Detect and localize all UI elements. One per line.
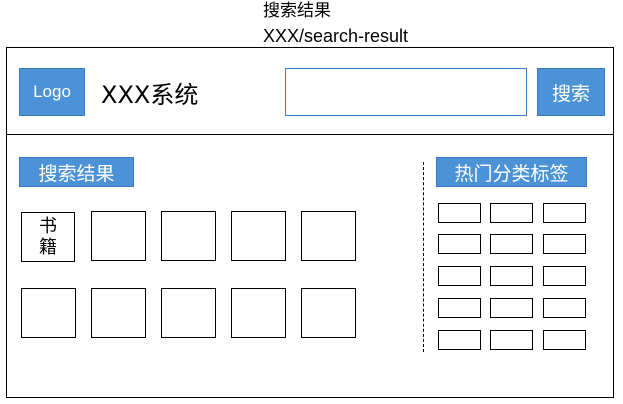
result-item-label: 书籍 xyxy=(22,213,74,261)
section-divider xyxy=(423,162,424,352)
system-title: XXX系统 xyxy=(101,81,199,109)
tag-item[interactable] xyxy=(490,234,533,254)
result-item[interactable]: 书籍 xyxy=(21,212,75,262)
result-item[interactable] xyxy=(91,288,146,338)
page-caption-title: 搜索结果 xyxy=(263,1,331,21)
tag-item[interactable] xyxy=(490,330,533,350)
tag-item[interactable] xyxy=(438,298,481,318)
tag-item[interactable] xyxy=(543,298,586,318)
logo[interactable]: Logo xyxy=(19,68,85,116)
search-results-label: 搜索结果 xyxy=(19,157,134,187)
result-item[interactable] xyxy=(231,288,286,338)
hot-tags-label: 热门分类标签 xyxy=(436,157,587,187)
result-item-label-line: 籍 xyxy=(39,237,57,258)
tag-item[interactable] xyxy=(490,203,533,223)
tag-item[interactable] xyxy=(543,234,586,254)
tag-item[interactable] xyxy=(438,203,481,223)
result-item[interactable] xyxy=(301,211,356,261)
result-item-label-line: 书 xyxy=(39,216,57,237)
tag-item[interactable] xyxy=(490,266,533,286)
tag-item[interactable] xyxy=(438,266,481,286)
result-item[interactable] xyxy=(231,211,286,261)
result-item[interactable] xyxy=(301,288,356,338)
tag-item[interactable] xyxy=(438,234,481,254)
header-divider xyxy=(6,134,614,135)
page-caption-url: XXX/search-result xyxy=(263,26,409,46)
tag-item[interactable] xyxy=(543,330,586,350)
result-item[interactable] xyxy=(161,211,216,261)
search-input[interactable] xyxy=(285,68,527,116)
result-item[interactable] xyxy=(21,288,76,338)
search-button[interactable]: 搜索 xyxy=(537,68,605,116)
tag-item[interactable] xyxy=(490,298,533,318)
result-item[interactable] xyxy=(91,211,146,261)
result-item[interactable] xyxy=(161,288,216,338)
tag-item[interactable] xyxy=(543,203,586,223)
tag-item[interactable] xyxy=(543,266,586,286)
tag-item[interactable] xyxy=(438,330,481,350)
